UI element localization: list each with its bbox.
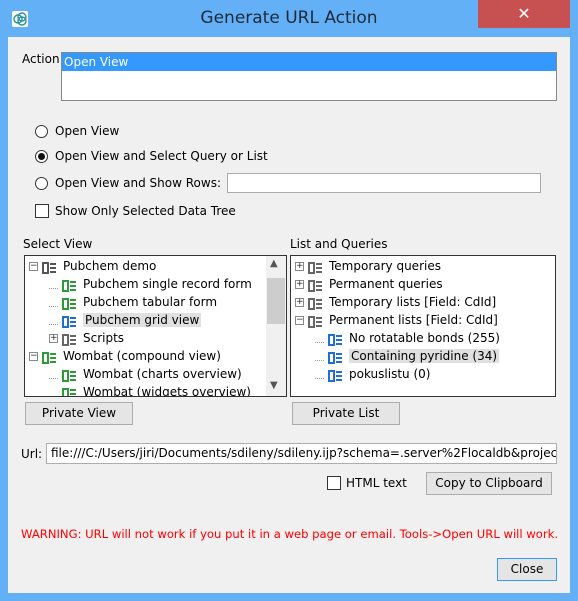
tree-connector bbox=[315, 334, 324, 343]
show-only-selected-label: Show Only Selected Data Tree bbox=[55, 204, 236, 218]
expand-icon[interactable]: + bbox=[295, 298, 304, 307]
expand-icon[interactable]: + bbox=[49, 334, 58, 343]
query-folder-icon bbox=[308, 261, 323, 274]
tree-item-label: Pubchem tabular form bbox=[83, 295, 218, 309]
tree-item-label: Scripts bbox=[83, 331, 125, 345]
tree-item-label: Pubchem demo bbox=[63, 259, 157, 273]
list-folder-icon bbox=[308, 315, 323, 328]
tree-connector bbox=[49, 370, 58, 379]
list-icon bbox=[328, 333, 343, 346]
scroll-up-icon[interactable]: ▲ bbox=[270, 258, 278, 269]
tree-item[interactable]: − Wombat (compound view) bbox=[25, 347, 286, 365]
url-field[interactable]: file:///C:/Users/jiri/Documents/sdileny/… bbox=[46, 443, 557, 464]
radio-1[interactable] bbox=[35, 150, 48, 163]
tree-item[interactable]: Wombat (widgets overview) bbox=[25, 383, 286, 397]
action-listbox[interactable]: Open View bbox=[61, 52, 557, 101]
select-view-label: Select View bbox=[23, 237, 93, 251]
tree-item-label: Wombat (compound view) bbox=[63, 349, 221, 363]
select-view-tree[interactable]: − Pubchem demo Pubchem single record form P… bbox=[24, 255, 287, 397]
url-label: Url: bbox=[21, 447, 43, 461]
list-folder-icon bbox=[308, 297, 323, 310]
tree-item[interactable]: + Scripts bbox=[25, 329, 286, 347]
grid-view-icon bbox=[62, 315, 77, 328]
radio-label: Open View and Select Query or List bbox=[55, 149, 268, 163]
tree-item[interactable]: Pubchem single record form bbox=[25, 275, 286, 293]
query-folder-icon bbox=[308, 279, 323, 292]
window-close-button[interactable]: ✕ bbox=[478, 0, 570, 28]
copy-to-clipboard-button[interactable]: Copy to Clipboard bbox=[426, 472, 552, 495]
expand-icon[interactable]: + bbox=[295, 262, 304, 271]
rows-field[interactable] bbox=[227, 173, 541, 193]
tree-item[interactable]: − Pubchem demo bbox=[25, 257, 286, 275]
html-text-checkbox[interactable] bbox=[327, 476, 341, 490]
tree-connector bbox=[49, 280, 58, 289]
tree-item-label: Temporary lists [Field: CdId] bbox=[329, 295, 497, 309]
form-icon bbox=[62, 369, 77, 382]
tree-item-label: Containing pyridine (34) bbox=[349, 349, 500, 363]
form-icon bbox=[62, 297, 77, 310]
tree-connector bbox=[315, 370, 324, 379]
list-icon bbox=[328, 351, 343, 364]
tree-connector bbox=[49, 316, 58, 325]
title-bar: Generate URL Action ✕ bbox=[0, 0, 578, 37]
tree-item-label: Pubchem single record form bbox=[83, 277, 252, 291]
html-text-label: HTML text bbox=[346, 476, 407, 490]
private-list-button[interactable]: Private List bbox=[292, 402, 400, 425]
tree-connector bbox=[49, 388, 58, 396]
action-item-open-view[interactable]: Open View bbox=[62, 53, 556, 71]
tree-item[interactable]: Containing pyridine (34) bbox=[291, 347, 555, 365]
show-only-selected-checkbox[interactable] bbox=[35, 204, 49, 218]
tree-item[interactable]: + Temporary lists [Field: CdId] bbox=[291, 293, 555, 311]
tree-item-label: No rotatable bonds (255) bbox=[349, 331, 500, 345]
radio-label: Open View bbox=[55, 124, 120, 138]
tree-item[interactable]: Pubchem grid view bbox=[25, 311, 286, 329]
tree-item-label: Permanent lists [Field: CdId] bbox=[329, 313, 498, 327]
tree-item-label: Permanent queries bbox=[329, 277, 443, 291]
radio-2[interactable] bbox=[35, 177, 48, 190]
tree-item[interactable]: + Temporary queries bbox=[291, 257, 555, 275]
tree-item-label: Pubchem grid view bbox=[83, 313, 202, 327]
view-group-icon bbox=[42, 261, 57, 274]
scroll-thumb[interactable] bbox=[267, 278, 285, 324]
tree-item[interactable]: + Permanent queries bbox=[291, 275, 555, 293]
list-icon bbox=[328, 369, 343, 382]
tree-item[interactable]: − Permanent lists [Field: CdId] bbox=[291, 311, 555, 329]
scripts-icon bbox=[62, 333, 77, 346]
collapse-icon[interactable]: − bbox=[29, 352, 38, 361]
radio-0[interactable] bbox=[35, 125, 48, 138]
expand-icon[interactable]: + bbox=[295, 280, 304, 289]
warning-text: WARNING: URL will not work if you put it… bbox=[21, 527, 559, 541]
lists-queries-tree[interactable]: + Temporary queries + Permanent queries + Tem… bbox=[290, 255, 556, 397]
action-label: Action bbox=[22, 52, 60, 66]
private-view-button[interactable]: Private View bbox=[25, 402, 133, 425]
tree-item[interactable]: Pubchem tabular form bbox=[25, 293, 286, 311]
tree-item[interactable]: Wombat (charts overview) bbox=[25, 365, 286, 383]
tree-item[interactable]: pokuslistu (0) bbox=[291, 365, 555, 383]
tree-item-label: Wombat (widgets overview) bbox=[83, 385, 251, 397]
compound-view-icon bbox=[42, 351, 57, 364]
collapse-icon[interactable]: − bbox=[29, 262, 38, 271]
collapse-icon[interactable]: − bbox=[295, 316, 304, 325]
tree-item-label: Temporary queries bbox=[329, 259, 441, 273]
scroll-down-icon[interactable]: ▼ bbox=[270, 380, 278, 391]
form-icon bbox=[62, 279, 77, 292]
scrollbar[interactable]: ▲ ▼ bbox=[266, 256, 286, 396]
tree-connector bbox=[315, 352, 324, 361]
close-button[interactable]: Close bbox=[497, 558, 557, 581]
radio-label: Open View and Show Rows: bbox=[55, 176, 221, 190]
tree-connector bbox=[49, 298, 58, 307]
tree-item[interactable]: No rotatable bonds (255) bbox=[291, 329, 555, 347]
form-icon bbox=[62, 387, 77, 396]
lists-queries-label: List and Queries bbox=[290, 237, 388, 251]
tree-item-label: Wombat (charts overview) bbox=[83, 367, 242, 381]
tree-item-label: pokuslistu (0) bbox=[349, 367, 431, 381]
